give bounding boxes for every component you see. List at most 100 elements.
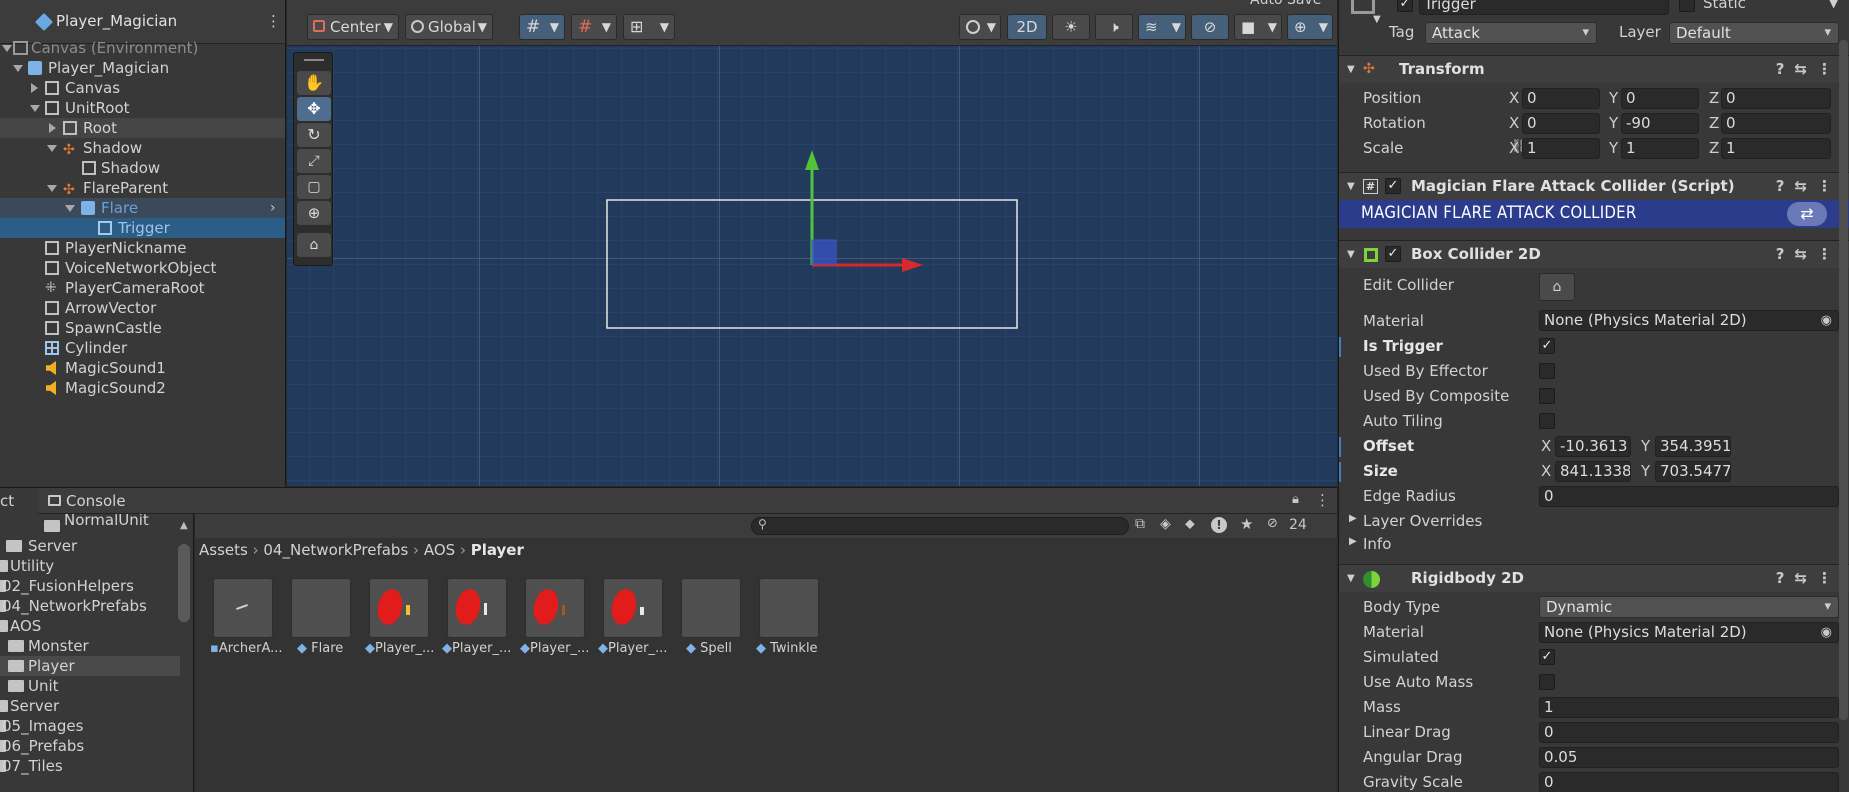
position-y-field[interactable]: 0 — [1621, 88, 1699, 109]
pivot-dropdown[interactable]: Center ▼ — [307, 14, 399, 40]
more-menu-icon[interactable]: ⋮ — [266, 12, 281, 30]
folder-row[interactable]: Server — [0, 696, 193, 716]
box-collider-header[interactable]: ▼ ✓ Box Collider 2D ?⇆⋮ — [1339, 240, 1849, 268]
asset-tile[interactable] — [369, 578, 429, 638]
foldout-arrow-icon[interactable]: ▶ — [1349, 536, 1357, 547]
expand-arrow-icon[interactable] — [30, 105, 40, 112]
chevron-down-icon[interactable]: ▼ — [1829, 0, 1838, 10]
rotation-y-field[interactable]: -90 — [1621, 113, 1699, 134]
scale-x-field[interactable]: 1 — [1522, 138, 1600, 159]
scene-visibility-button[interactable]: ⊘ — [1191, 14, 1229, 40]
palette-grip[interactable] — [304, 59, 324, 61]
component-header-icons[interactable]: ?⇆⋮ — [1776, 565, 1842, 592]
hierarchy-row[interactable]: Cylinder — [0, 338, 285, 358]
object-picker-icon[interactable]: ◉ — [1821, 311, 1832, 330]
rotation-z-field[interactable]: 0 — [1721, 113, 1831, 134]
linear-drag-field[interactable]: 0 — [1539, 722, 1839, 743]
folder-row[interactable]: 07_Tiles — [0, 756, 193, 776]
script-header[interactable]: ▼ # ✓ Magician Flare Attack Collider (Sc… — [1339, 172, 1849, 200]
search-by-type-icon[interactable]: ⧉ — [1135, 516, 1145, 532]
mass-field[interactable]: 1 — [1539, 697, 1839, 718]
asset-tile[interactable] — [681, 578, 741, 638]
object-picker-icon[interactable]: ◉ — [1821, 623, 1832, 642]
rotation-x-field[interactable]: 0 — [1522, 113, 1600, 134]
rb-material-field[interactable]: None (Physics Material 2D) ◉ — [1539, 622, 1839, 643]
expand-arrow-icon[interactable] — [47, 145, 57, 152]
offset-x-field[interactable]: -10.3613 — [1555, 436, 1631, 457]
asset-tile[interactable] — [213, 578, 273, 638]
layer-overrides-foldout[interactable]: Layer Overrides — [1363, 512, 1482, 530]
folder-row[interactable]: Monster — [0, 636, 193, 656]
rotate-tool-button[interactable]: ↻ — [297, 123, 331, 147]
expand-arrow-icon[interactable] — [65, 205, 75, 212]
rigidbody-header[interactable]: ▼ Rigidbody 2D ?⇆⋮ — [1339, 564, 1849, 592]
lighting-toggle-button[interactable]: ☀ — [1052, 14, 1090, 40]
hierarchy-row[interactable]: PlayerNickname — [0, 238, 285, 258]
folder-row[interactable]: Utility — [0, 556, 193, 576]
scale-z-field[interactable]: 1 — [1721, 138, 1831, 159]
tab-console[interactable]: Console — [44, 488, 134, 514]
component-header-icons[interactable]: ?⇆⋮ — [1776, 241, 1842, 268]
expand-arrow-icon[interactable] — [47, 185, 57, 192]
more-menu-icon[interactable]: ⋮ — [1315, 491, 1330, 509]
folder-row[interactable]: Player — [0, 656, 180, 676]
hierarchy-row[interactable]: ⁜ PlayerCameraRoot — [0, 278, 285, 298]
collapse-arrow-icon[interactable] — [49, 123, 56, 133]
size-x-field[interactable]: 841.1338 — [1555, 461, 1631, 482]
folder-row[interactable]: 05_Images — [0, 716, 193, 736]
tab-project[interactable]: ct — [0, 488, 38, 514]
transform-tool-button[interactable]: ⊕ — [297, 201, 331, 225]
folder-row[interactable]: 02_FusionHelpers — [0, 576, 193, 596]
chevron-right-icon[interactable]: › — [270, 198, 276, 218]
foldout-arrow-icon[interactable]: ▼ — [1347, 241, 1355, 268]
folder-row[interactable]: Unit — [0, 676, 193, 696]
is-trigger-checkbox[interactable]: ✓ — [1539, 338, 1555, 354]
label-tag-icon[interactable]: ⬥ — [1185, 516, 1195, 532]
asset-tile[interactable] — [447, 578, 507, 638]
breadcrumb-item[interactable]: Assets — [199, 541, 248, 559]
hierarchy-row[interactable]: VoiceNetworkObject — [0, 258, 285, 278]
xy-plane-handle[interactable] — [811, 239, 837, 265]
tag-dropdown[interactable]: Attack — [1425, 22, 1597, 44]
script-enabled-checkbox[interactable]: ✓ — [1385, 178, 1401, 194]
edge-radius-field[interactable]: 0 — [1539, 486, 1839, 507]
hierarchy-row[interactable]: Trigger — [0, 218, 285, 238]
asset-tile[interactable] — [603, 578, 663, 638]
shading-mode-dropdown[interactable]: ▼ — [959, 14, 1001, 40]
foldout-arrow-icon[interactable]: ▼ — [1347, 56, 1355, 83]
position-x-field[interactable]: 0 — [1522, 88, 1600, 109]
offset-y-field[interactable]: 354.3951 — [1655, 436, 1731, 457]
scale-tool-button[interactable]: ⤢ — [297, 149, 331, 173]
folder-row[interactable]: 06_Prefabs — [0, 736, 193, 756]
edit-collider-tool-button[interactable]: ⌂ — [297, 233, 331, 257]
inspector-scrollbar[interactable] — [1839, 40, 1848, 720]
hierarchy-row[interactable]: Canvas — [0, 78, 285, 98]
hierarchy-row[interactable]: Canvas (Environment) — [0, 38, 285, 58]
edit-collider-button[interactable]: ⌂ — [1539, 273, 1575, 301]
folder-row[interactable]: NormalUnit — [0, 514, 193, 536]
position-z-field[interactable]: 0 — [1721, 88, 1831, 109]
chevron-down-icon[interactable]: ▼ — [1373, 14, 1381, 25]
box-collider-enabled-checkbox[interactable]: ✓ — [1385, 246, 1401, 262]
increment-snap-button[interactable]: ⊞ ▼ — [623, 14, 675, 40]
active-checkbox[interactable]: ✓ — [1397, 0, 1413, 12]
scroll-up-arrow-icon[interactable]: ▲ — [180, 520, 188, 531]
breadcrumb-item[interactable]: 04_NetworkPrefabs — [263, 541, 408, 559]
folder-row[interactable]: AOS — [0, 616, 193, 636]
expand-arrow-icon[interactable] — [13, 65, 23, 72]
size-y-field[interactable]: 703.5477 — [1655, 461, 1731, 482]
folder-tree-scrollbar[interactable] — [178, 544, 190, 622]
use-auto-mass-checkbox[interactable] — [1539, 674, 1555, 690]
info-foldout[interactable]: Info — [1363, 535, 1391, 553]
hierarchy-row[interactable]: Root — [0, 118, 285, 138]
used-by-composite-checkbox[interactable] — [1539, 388, 1555, 404]
folder-row[interactable]: Server — [0, 536, 193, 556]
scene-canvas[interactable] — [287, 46, 1337, 486]
used-by-effector-checkbox[interactable] — [1539, 363, 1555, 379]
collapse-arrow-icon[interactable] — [31, 83, 38, 93]
angular-drag-field[interactable]: 0.05 — [1539, 747, 1839, 768]
scene-view[interactable]: ✋ ✥ ↻ ⤢ ▢ ⊕ ⌂ — [287, 46, 1337, 486]
grid-snap-button[interactable]: # ▼ — [519, 14, 565, 40]
hierarchy-row[interactable]: Flare › — [0, 198, 285, 218]
hierarchy-row[interactable]: SpawnCastle — [0, 318, 285, 338]
